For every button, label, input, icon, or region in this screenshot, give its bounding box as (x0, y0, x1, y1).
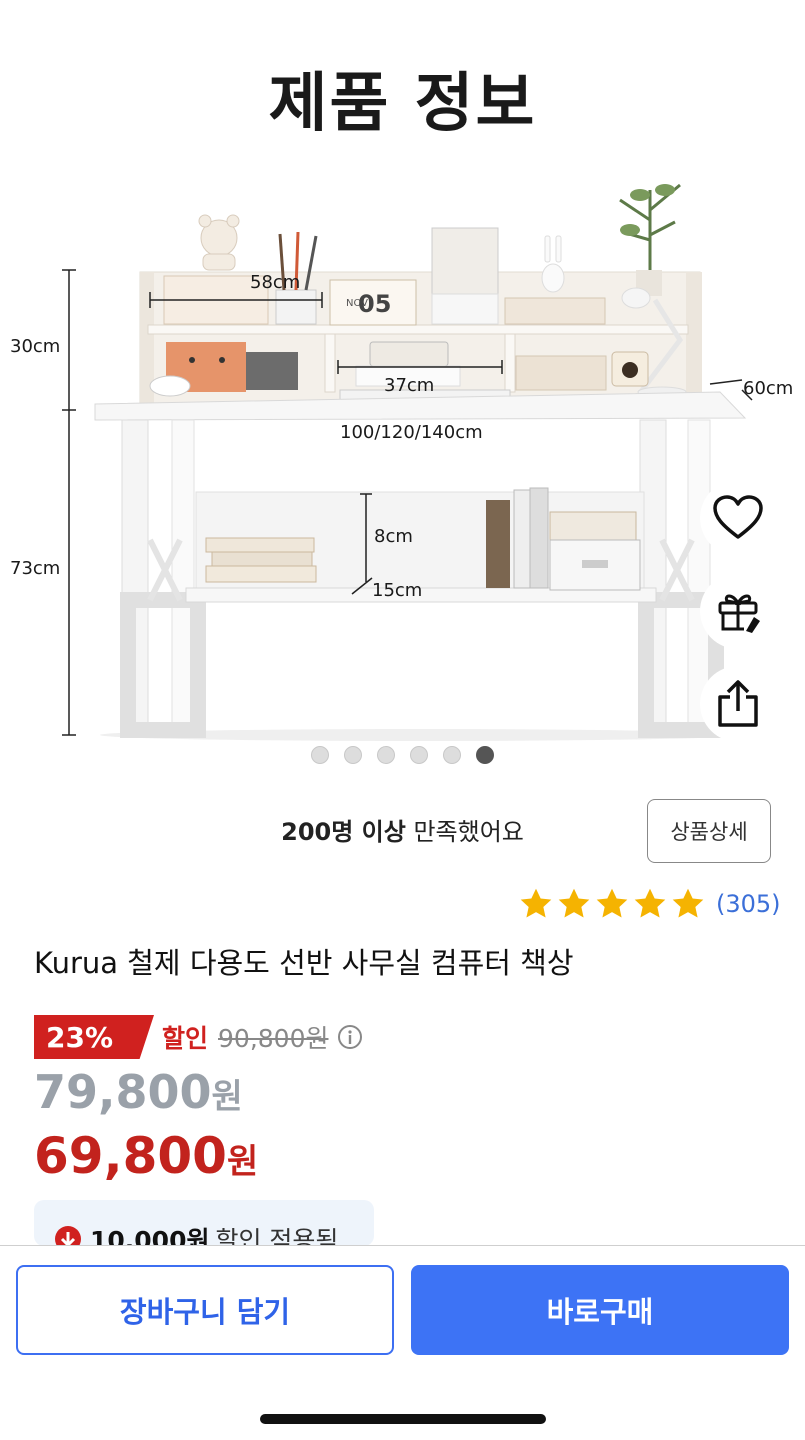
price-before-unit: 원 (211, 1077, 243, 1117)
dim-desk-height: 73cm (10, 558, 60, 579)
carousel-dot[interactable] (311, 746, 329, 764)
dim-middle-width: 37cm (384, 375, 434, 396)
coupon-text: 할인 적용됨 (215, 1226, 339, 1246)
gift-button[interactable] (700, 573, 776, 649)
product-image-area[interactable]: 제품 정보 NOV 05 30cm 73cm 58cm 37cm 60cm 10… (0, 0, 805, 790)
final-price-value: 69,800 (34, 1127, 227, 1185)
dim-lower-depth: 15cm (372, 580, 422, 601)
price-before-value: 79,800 (34, 1065, 212, 1119)
carousel-dot[interactable] (344, 746, 362, 764)
dim-width-options: 100/120/140cm (340, 422, 483, 443)
dim-lower-gap: 8cm (374, 526, 413, 547)
add-to-cart-button[interactable]: 장바구니 담기 (16, 1265, 394, 1355)
price-before-coupon: 79,800원 (34, 1065, 243, 1119)
info-icon[interactable] (337, 1024, 363, 1050)
product-name: Kurua 철제 다용도 선반 사무실 컴퓨터 책상 (34, 946, 574, 980)
share-icon (718, 680, 758, 727)
carousel-dot[interactable] (377, 746, 395, 764)
satisfaction-rest: 만족했어요 (405, 818, 524, 846)
heart-icon (713, 495, 763, 539)
wishlist-button[interactable] (700, 480, 776, 556)
final-price-unit: 원 (226, 1142, 259, 1182)
star-icon (672, 888, 704, 918)
discount-badge: 23% (34, 1015, 154, 1059)
carousel-dot[interactable] (443, 746, 461, 764)
product-image: NOV 05 30cm 73cm 58cm 37cm 60cm 100/120/… (10, 183, 793, 741)
final-price: 69,800원 (34, 1127, 258, 1185)
original-price: 90,800원 (218, 1024, 329, 1053)
home-indicator[interactable] (260, 1414, 546, 1424)
calendar-day: 05 (358, 290, 391, 318)
down-arrow-icon (55, 1226, 81, 1246)
discount-label: 할인 (162, 1024, 209, 1053)
buy-now-button[interactable]: 바로구매 (411, 1265, 789, 1355)
dim-depth: 60cm (743, 378, 793, 399)
bottom-action-bar: 장바구니 담기 바로구매 (0, 1245, 805, 1440)
dim-top-height: 30cm (10, 336, 60, 357)
rating[interactable]: (305) (518, 886, 781, 922)
satisfaction-bold: 200명 이상 (281, 818, 406, 846)
discount-row: 23% 할인 90,800원 (34, 1015, 363, 1059)
dim-shelf-width: 58cm (250, 272, 300, 293)
share-button[interactable] (700, 666, 776, 742)
star-icon (634, 888, 666, 918)
carousel-dot[interactable] (476, 746, 494, 764)
star-icon (520, 888, 552, 918)
product-detail-button[interactable]: 상품상세 (647, 799, 771, 863)
carousel-dot[interactable] (410, 746, 428, 764)
coupon-applied-box: 10,000원 할인 적용됨 (34, 1200, 374, 1246)
carousel-indicator[interactable] (0, 746, 805, 764)
gift-icon (718, 594, 760, 633)
star-icon (596, 888, 628, 918)
hero-title: 제품 정보 (268, 67, 537, 141)
star-icon (558, 888, 590, 918)
review-count[interactable]: (305) (716, 890, 781, 918)
coupon-amount: 10,000원 (90, 1226, 210, 1246)
